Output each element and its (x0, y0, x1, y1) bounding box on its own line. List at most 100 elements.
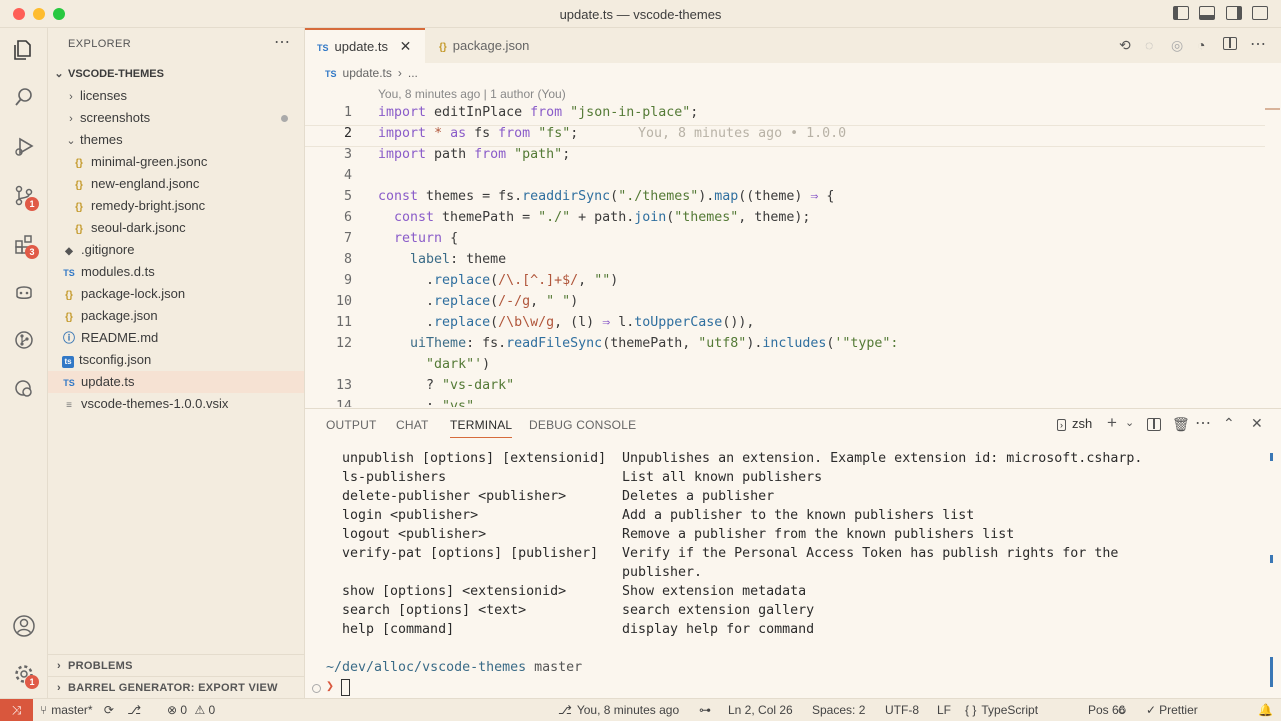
line-number: 7 (343, 231, 352, 246)
kill-terminal-icon[interactable]: 🗑 (1172, 416, 1190, 433)
tab-package-json[interactable]: {} package.json (427, 28, 557, 63)
chevron-down-icon[interactable]: ⌄ (1125, 416, 1134, 429)
tree-item-vsix[interactable]: ≡ vscode-themes-1.0.0.vsix (48, 393, 304, 415)
copilot-status-icon[interactable]: ☺ (1116, 703, 1128, 717)
line-number: 13 (335, 378, 352, 393)
breadcrumb-file[interactable]: update.ts (343, 66, 392, 80)
tree-item-package-lock[interactable]: {} package-lock.json (48, 283, 304, 305)
line-ending[interactable]: LF (937, 703, 951, 717)
tree-item-minimal-green[interactable]: {} minimal-green.jsonc (48, 151, 304, 173)
notifications-bell-icon[interactable]: 🔔 (1258, 703, 1273, 717)
tree-item-licenses[interactable]: › licenses (48, 85, 304, 107)
remote-indicator-icon[interactable]: ⤨ (0, 699, 33, 721)
tab-update-ts[interactable]: TS update.ts ✕ (305, 28, 425, 63)
tree-item-themes[interactable]: ⌄ themes (48, 129, 304, 151)
indentation[interactable]: Spaces: 2 (812, 703, 865, 717)
tree-item-label: screenshots (80, 110, 151, 125)
git-graph-icon[interactable] (10, 326, 38, 354)
search-icon[interactable] (10, 83, 38, 111)
encoding[interactable]: UTF-8 (885, 703, 919, 717)
workspace-root[interactable]: ⌄ VSCODE-THEMES (48, 63, 304, 85)
section-label: BARREL GENERATOR: EXPORT VIEW (68, 682, 278, 694)
new-terminal-icon[interactable]: + (1107, 413, 1117, 433)
split-terminal-icon[interactable] (1147, 418, 1161, 431)
open-changes-icon[interactable]: ⟲ (1119, 37, 1131, 54)
tree-item-label: vscode-themes-1.0.0.vsix (81, 396, 229, 411)
tree-item-label: remedy-bright.jsonc (91, 198, 206, 213)
timeline-icon[interactable]: ◔ (1197, 37, 1205, 53)
prompt-status-icon (312, 684, 321, 693)
tab-output[interactable]: OUTPUT (326, 418, 377, 432)
tree-item-seoul-dark[interactable]: {} seoul-dark.jsonc (48, 217, 304, 239)
toggle-panel-icon[interactable] (1199, 6, 1215, 20)
json-file-icon: {} (439, 42, 447, 53)
prettier-indicator[interactable]: ✓ Prettier (1146, 703, 1198, 717)
account-icon[interactable] (10, 612, 38, 640)
term-desc: Deletes a publisher (622, 489, 775, 504)
breadcrumb-symbols[interactable]: ... (408, 66, 418, 80)
maximize-panel-icon[interactable]: ⌃ (1223, 415, 1235, 432)
tree-item-new-england[interactable]: {} new-england.jsonc (48, 173, 304, 195)
blame-indicator[interactable]: ⎇ You, 8 minutes ago (558, 703, 679, 717)
json-file-icon: {} (75, 224, 83, 235)
code-line-3: import path from "path"; (378, 147, 571, 162)
tree-item-screenshots[interactable]: › screenshots (48, 107, 304, 129)
run-debug-icon[interactable] (10, 132, 38, 160)
explorer-more-actions-icon[interactable]: ⋯ (274, 32, 290, 52)
code-line-12: uiTheme: fs.readFileSync(themePath, "utf… (410, 336, 899, 351)
tree-item-remedy-bright[interactable]: {} remedy-bright.jsonc (48, 195, 304, 217)
code-line-12-wrap: "dark"') (426, 357, 491, 372)
panel-more-actions-icon[interactable]: ⋯ (1195, 413, 1211, 433)
manage-badge: 1 (25, 675, 39, 689)
tree-item-gitignore[interactable]: ◆ .gitignore (48, 239, 304, 261)
toggle-secondary-sidebar-icon[interactable] (1226, 6, 1242, 20)
section-problems[interactable]: › PROBLEMS (48, 654, 304, 676)
terminal-output[interactable]: unpublish [options] [extensionid] Unpubl… (305, 449, 1281, 699)
line-number: 10 (335, 294, 352, 309)
terminal-shell-selector[interactable]: › zsh (1057, 416, 1092, 431)
problems-indicator[interactable]: ⊗ 0 ⚠ 0 (167, 703, 215, 717)
term-desc: Add a publisher to the known publishers … (622, 508, 975, 523)
branch-icon: ⑂ (40, 703, 48, 717)
tab-terminal[interactable]: TERMINAL (450, 418, 513, 438)
tree-item-update-ts[interactable]: TS update.ts (48, 371, 304, 393)
language-mode[interactable]: { } TypeScript (965, 703, 1038, 717)
git-graph-status-icon[interactable]: ⎇ (127, 703, 141, 717)
tree-item-label: minimal-green.jsonc (91, 154, 208, 169)
tab-debug-console[interactable]: DEBUG CONSOLE (529, 418, 636, 432)
tab-chat[interactable]: CHAT (396, 418, 429, 432)
branch-indicator[interactable]: ⑂ master* ⟳ ⎇ (40, 703, 141, 717)
section-barrel-generator[interactable]: › BARREL GENERATOR: EXPORT VIEW (48, 676, 304, 698)
editor-more-actions-icon[interactable]: ⋯ (1250, 34, 1266, 54)
term-cmd: verify-pat [options] [publisher] (342, 546, 599, 561)
line-number: 2 (343, 126, 352, 141)
timeline-status-icon[interactable]: ⊶ (699, 703, 711, 717)
tree-item-label: package.json (81, 308, 158, 323)
close-tab-icon[interactable]: ✕ (400, 38, 412, 54)
tree-item-package-json[interactable]: {} package.json (48, 305, 304, 327)
line-number: 14 (335, 399, 352, 407)
split-editor-icon[interactable] (1223, 37, 1237, 50)
tree-item-tsconfig[interactable]: ts tsconfig.json (48, 349, 304, 371)
next-change-icon[interactable]: ◎ (1171, 37, 1183, 54)
tree-item-readme[interactable]: ⓘ README.md (48, 327, 304, 349)
tab-label: update.ts (334, 39, 389, 54)
braces-icon: { } (965, 703, 977, 717)
toggle-sidebar-icon[interactable] (1173, 6, 1189, 20)
close-panel-icon[interactable]: ✕ (1251, 415, 1263, 432)
explorer-icon[interactable] (10, 36, 38, 64)
remote-explorer-icon[interactable] (10, 374, 38, 402)
title-bar: update.ts — vscode-themes (0, 0, 1281, 28)
cursor-position[interactable]: Ln 2, Col 26 (728, 703, 793, 717)
previous-change-icon[interactable]: ◌ (1145, 37, 1153, 53)
tree-item-modules-d-ts[interactable]: TS modules.d.ts (48, 261, 304, 283)
codelens-blame[interactable]: You, 8 minutes ago | 1 author (You) (378, 87, 566, 101)
scrollbar-marker (1270, 657, 1273, 687)
customize-layout-icon[interactable] (1252, 6, 1268, 20)
inline-blame: You, 8 minutes ago • 1.0.0 (638, 126, 847, 141)
sync-icon[interactable]: ⟳ (104, 703, 114, 717)
term-cmd: logout <publisher> (342, 527, 487, 542)
prompt-char: ❯ (326, 679, 335, 694)
copilot-icon[interactable] (10, 278, 38, 306)
term-desc: Show extension metadata (622, 584, 807, 599)
